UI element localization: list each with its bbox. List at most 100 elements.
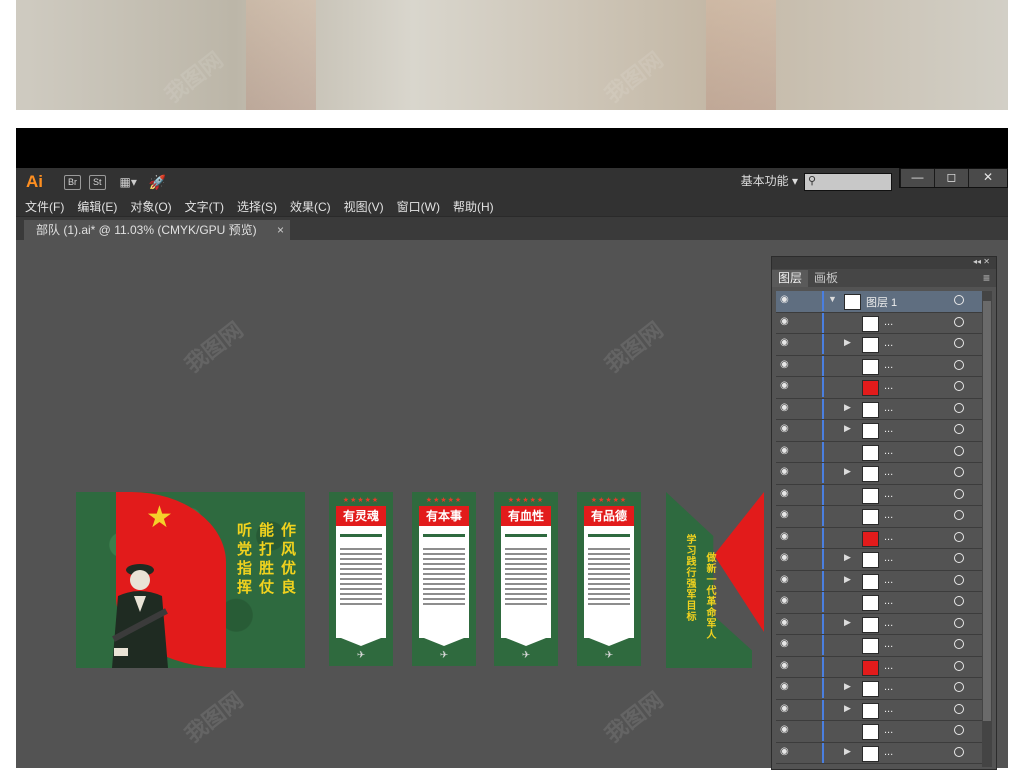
sublayer-row[interactable]: ◉... [776,355,986,377]
menu-window[interactable]: 窗口(W) [397,198,440,215]
visibility-eye-icon[interactable]: ◉ [780,617,789,628]
workspace-switcher[interactable]: 基本功能 ▾ [741,172,798,189]
panel-collapse-icon[interactable]: ◂◂ ✕ [772,257,996,269]
expand-right-icon[interactable]: ▶ [844,617,851,628]
sublayer-row[interactable]: ◉... [776,312,986,334]
stock-button[interactable]: St [89,174,106,190]
sublayer-row[interactable]: ◉... [776,484,986,506]
sublayer-row[interactable]: ◉... [776,506,986,528]
sublayer-row[interactable]: ◉ ▶... [776,398,986,420]
tab-layers[interactable]: 图层 [772,270,809,287]
close-button[interactable]: ✕ [968,169,1007,187]
target-circle-icon[interactable] [954,574,964,585]
sublayer-row[interactable]: ◉... [776,656,986,678]
sublayer-row[interactable]: ◉ ▶... [776,613,986,635]
sublayer-row[interactable]: ◉ ▶... [776,678,986,700]
visibility-eye-icon[interactable]: ◉ [780,380,789,391]
visibility-eye-icon[interactable]: ◉ [780,337,789,348]
menu-select[interactable]: 选择(S) [237,198,277,215]
visibility-eye-icon[interactable]: ◉ [780,488,789,499]
value-board[interactable]: ★★★★★ 有品德 ✈ [577,492,641,666]
value-board[interactable]: ★★★★★ 有本事 ✈ [412,492,476,666]
sublayer-row[interactable]: ◉ ▶... [776,570,986,592]
target-circle-icon[interactable] [954,424,964,434]
visibility-eye-icon[interactable]: ◉ [780,466,789,477]
maximize-button[interactable]: ◻ [934,169,968,187]
menu-object[interactable]: 对象(O) [130,198,171,215]
value-board[interactable]: ★★★★★ 有灵魂 ✈ [329,492,393,666]
expand-right-icon[interactable]: ▶ [844,703,851,714]
visibility-eye-icon[interactable]: ◉ [780,746,789,757]
target-circle-icon[interactable] [954,725,964,735]
minimize-button[interactable]: — [900,169,934,187]
visibility-eye-icon[interactable]: ◉ [780,531,789,542]
target-circle-icon[interactable] [954,639,964,649]
target-circle-icon[interactable] [954,596,964,606]
target-circle-icon[interactable] [954,295,964,305]
sublayer-row[interactable]: ◉ ▶... [776,549,986,571]
flag-panel[interactable]: 学习践行强军目标 做新一代革命军人 [666,492,766,668]
target-circle-icon[interactable] [954,445,964,456]
target-circle-icon[interactable] [954,488,964,499]
target-circle-icon[interactable] [954,553,964,563]
visibility-eye-icon[interactable]: ◉ [780,359,789,370]
menu-type[interactable]: 文字(T) [185,198,224,215]
target-circle-icon[interactable] [954,510,964,520]
target-circle-icon[interactable] [954,381,964,391]
expand-right-icon[interactable]: ▶ [844,337,851,348]
visibility-eye-icon[interactable]: ◉ [780,402,789,413]
expand-right-icon[interactable]: ▶ [844,423,851,434]
soldier-panel[interactable]: ★ 听党指挥 能打胜仗 作风优良 [76,492,305,668]
visibility-eye-icon[interactable]: ◉ [780,552,789,563]
panel-menu-icon[interactable]: ≡ [977,270,996,287]
visibility-eye-icon[interactable]: ◉ [780,574,789,585]
target-circle-icon[interactable] [954,338,964,348]
menu-view[interactable]: 视图(V) [344,198,384,215]
visibility-eye-icon[interactable]: ◉ [780,445,789,456]
layers-scrollbar[interactable] [982,291,992,767]
layer-row[interactable]: ◉ ▼ 图层 1 [776,291,986,313]
target-circle-icon[interactable] [954,402,964,413]
target-circle-icon[interactable] [954,682,964,692]
expand-down-icon[interactable]: ▼ [828,294,837,304]
target-circle-icon[interactable] [954,703,964,714]
expand-right-icon[interactable]: ▶ [844,552,851,563]
sublayer-row[interactable]: ◉... [776,592,986,614]
expand-right-icon[interactable]: ▶ [844,402,851,413]
menu-effect[interactable]: 效果(C) [290,198,331,215]
visibility-eye-icon[interactable]: ◉ [780,660,789,671]
sublayer-row[interactable]: ◉... [776,377,986,399]
visibility-eye-icon[interactable]: ◉ [780,423,789,434]
target-circle-icon[interactable] [954,660,964,671]
layer-name[interactable]: 图层 1 [866,294,897,310]
menu-help[interactable]: 帮助(H) [453,198,494,215]
target-circle-icon[interactable] [954,617,964,628]
help-search-input[interactable]: ⚲ [804,173,892,191]
visibility-eye-icon[interactable]: ◉ [780,703,789,714]
visibility-eye-icon[interactable]: ◉ [780,595,789,606]
visibility-eye-icon[interactable]: ◉ [780,724,789,735]
expand-right-icon[interactable]: ▶ [844,574,851,585]
sublayer-row[interactable]: ◉ ▶... [776,742,986,764]
tab-artboards[interactable]: 画板 [808,270,844,287]
visibility-eye-icon[interactable]: ◉ [780,509,789,520]
sublayer-row[interactable]: ◉... [776,441,986,463]
expand-right-icon[interactable]: ▶ [844,466,851,477]
menu-file[interactable]: 文件(F) [25,198,64,215]
sublayer-row[interactable]: ◉... [776,721,986,743]
expand-right-icon[interactable]: ▶ [844,746,851,757]
target-circle-icon[interactable] [954,467,964,477]
target-circle-icon[interactable] [954,531,964,542]
target-circle-icon[interactable] [954,359,964,370]
document-tab[interactable]: 部队 (1).ai* @ 11.03% (CMYK/GPU 预览) × [24,220,290,241]
scrollbar-thumb[interactable] [983,301,991,721]
sublayer-row[interactable]: ◉ ▶... [776,420,986,442]
sublayer-row[interactable]: ◉... [776,527,986,549]
sublayer-row[interactable]: ◉ ▶... [776,334,986,356]
bridge-button[interactable]: Br [64,174,81,190]
sublayer-row[interactable]: ◉ ▶... [776,463,986,485]
arrange-documents-icon[interactable]: ▦▾ [120,175,137,189]
value-board[interactable]: ★★★★★ 有血性 ✈ [494,492,558,666]
menu-edit[interactable]: 编辑(E) [77,198,117,215]
close-tab-icon[interactable]: × [277,220,284,241]
